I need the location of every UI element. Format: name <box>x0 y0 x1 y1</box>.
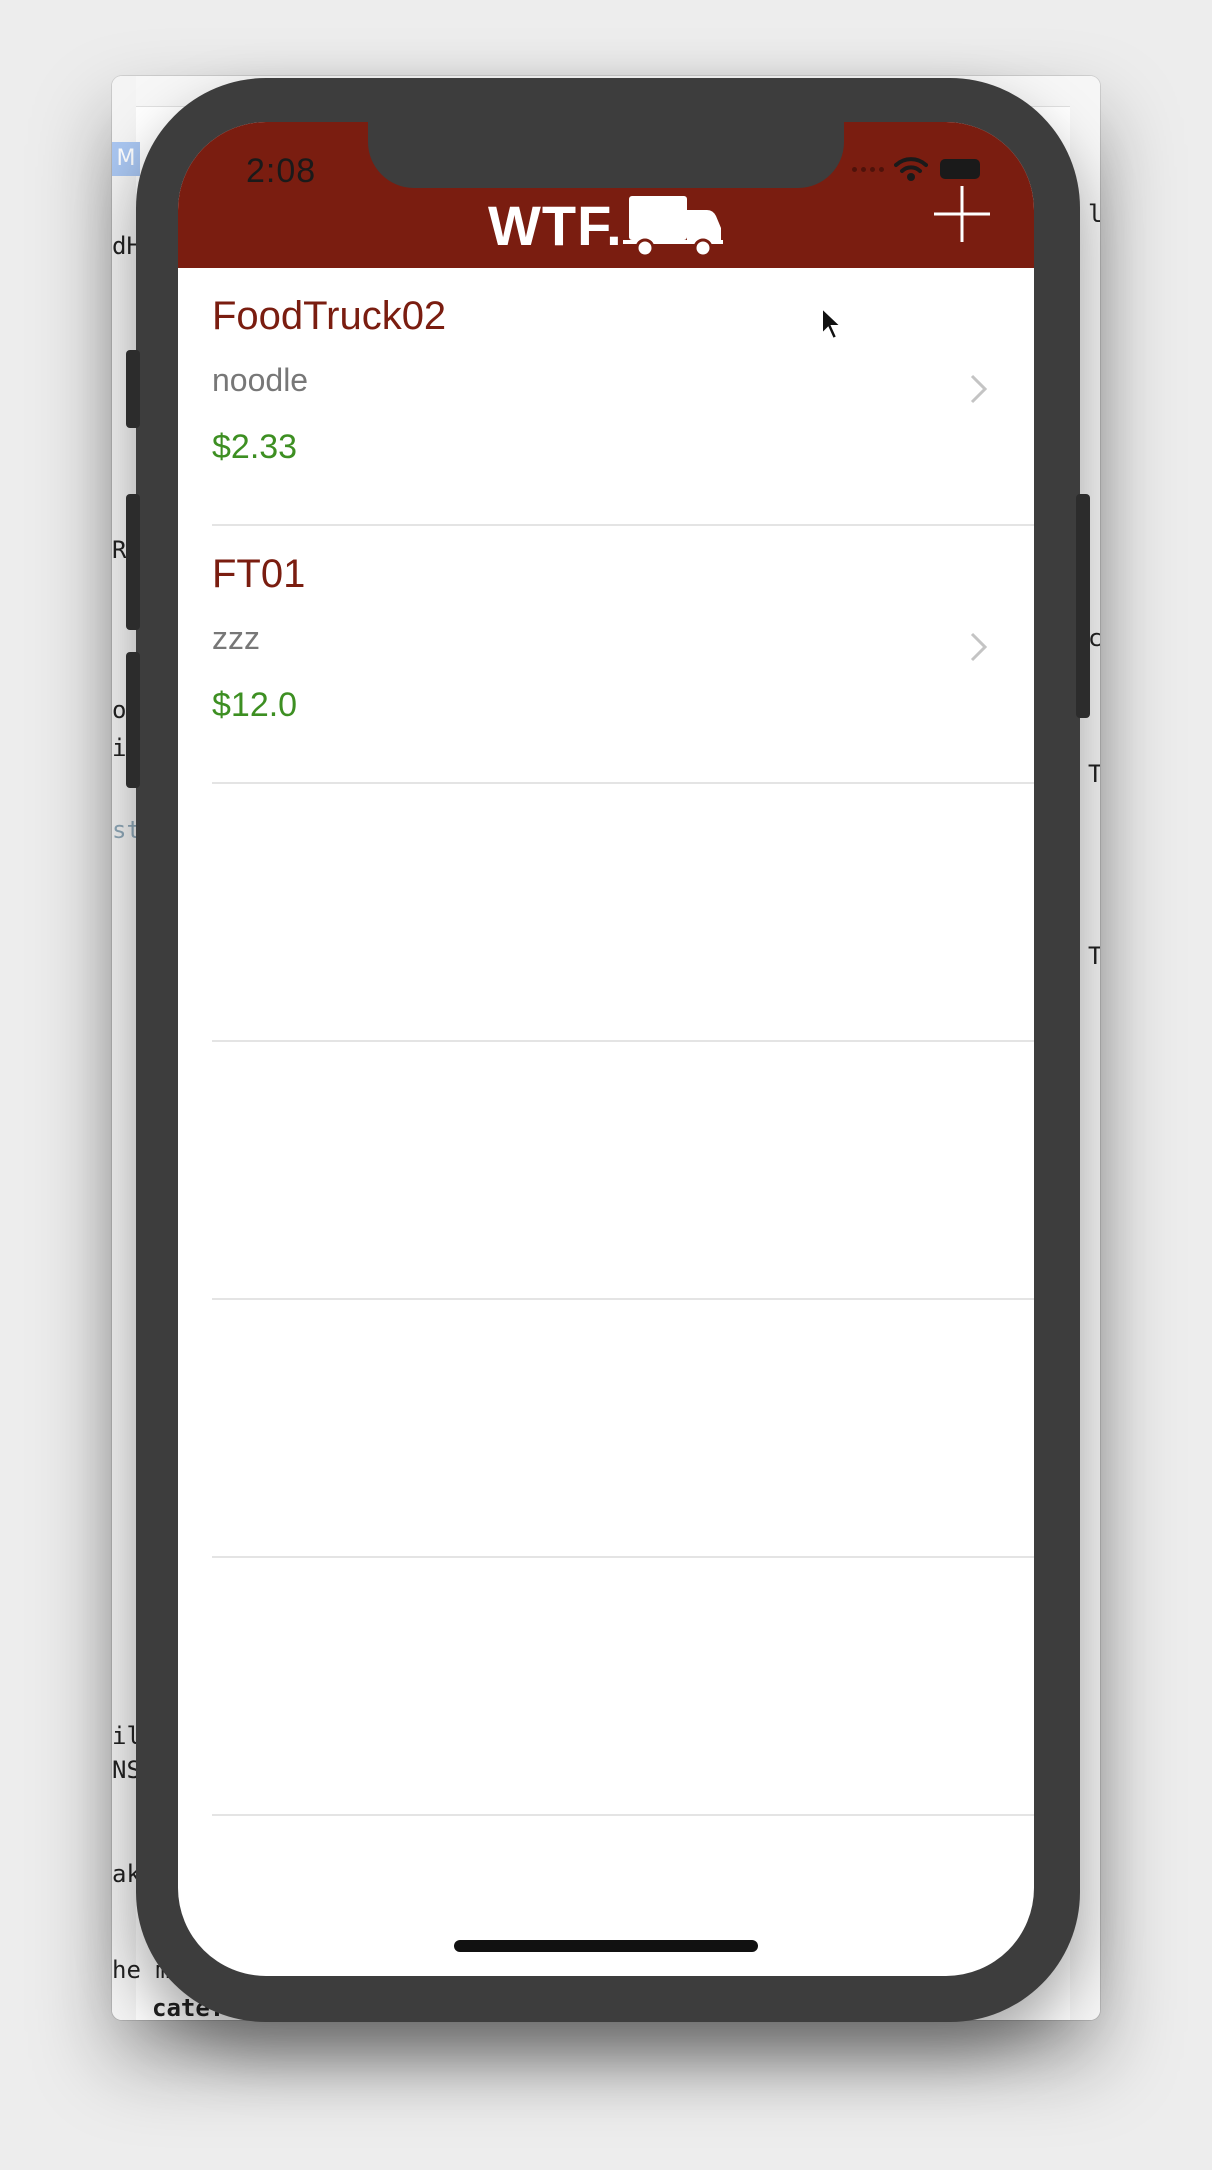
background-fragment: T <box>1088 942 1100 970</box>
empty-row <box>178 1300 1034 1558</box>
truck-price: $12.0 <box>212 686 298 724</box>
background-fragment: T <box>1088 760 1100 788</box>
volume-down-button <box>126 652 140 788</box>
truck-category: zzz <box>212 620 260 656</box>
cellular-signal-icon <box>852 166 884 172</box>
background-fragment: R <box>112 536 127 564</box>
mute-switch <box>126 350 140 428</box>
list-item[interactable]: FT01 zzz $12.0 <box>178 526 1034 784</box>
truck-price: $2.33 <box>212 428 298 466</box>
background-badge: M <box>112 142 140 176</box>
empty-row <box>178 1558 1034 1816</box>
status-icons <box>852 156 980 182</box>
status-time: 2:08 <box>246 152 317 190</box>
list-item[interactable]: FoodTruck02 noodle $2.33 <box>178 268 1034 526</box>
mouse-pointer-icon <box>821 306 844 341</box>
home-indicator[interactable] <box>454 1940 758 1952</box>
background-fragment: o <box>112 696 127 724</box>
row-separator <box>212 1814 1034 1816</box>
truck-category: noodle <box>212 362 309 398</box>
truck-icon <box>622 196 723 258</box>
phone-screen: 2:08 WTF. FoodTruck02 noodle $2.33 FT01 … <box>178 122 1034 1976</box>
background-fragment: lo <box>1088 200 1100 228</box>
truck-name: FT01 <box>212 552 306 596</box>
battery-icon <box>940 159 980 179</box>
chevron-right-icon <box>970 374 988 404</box>
chevron-right-icon <box>970 632 988 662</box>
app-title: WTF. <box>488 192 727 258</box>
food-truck-list: FoodTruck02 noodle $2.33 FT01 zzz $12.0 <box>178 268 1034 1816</box>
notch <box>368 122 844 188</box>
power-button <box>1076 494 1090 718</box>
plus-icon[interactable] <box>930 182 994 246</box>
navigation-bar: 2:08 WTF. <box>178 122 1034 268</box>
iphone-frame: 2:08 WTF. FoodTruck02 noodle $2.33 FT01 … <box>126 78 1090 2022</box>
empty-row <box>178 1042 1034 1300</box>
truck-name: FoodTruck02 <box>212 294 447 338</box>
wifi-icon <box>894 157 928 181</box>
empty-row <box>178 784 1034 1042</box>
app-title-text: WTF. <box>488 193 623 257</box>
volume-up-button <box>126 494 140 630</box>
background-fragment: i <box>112 734 127 762</box>
